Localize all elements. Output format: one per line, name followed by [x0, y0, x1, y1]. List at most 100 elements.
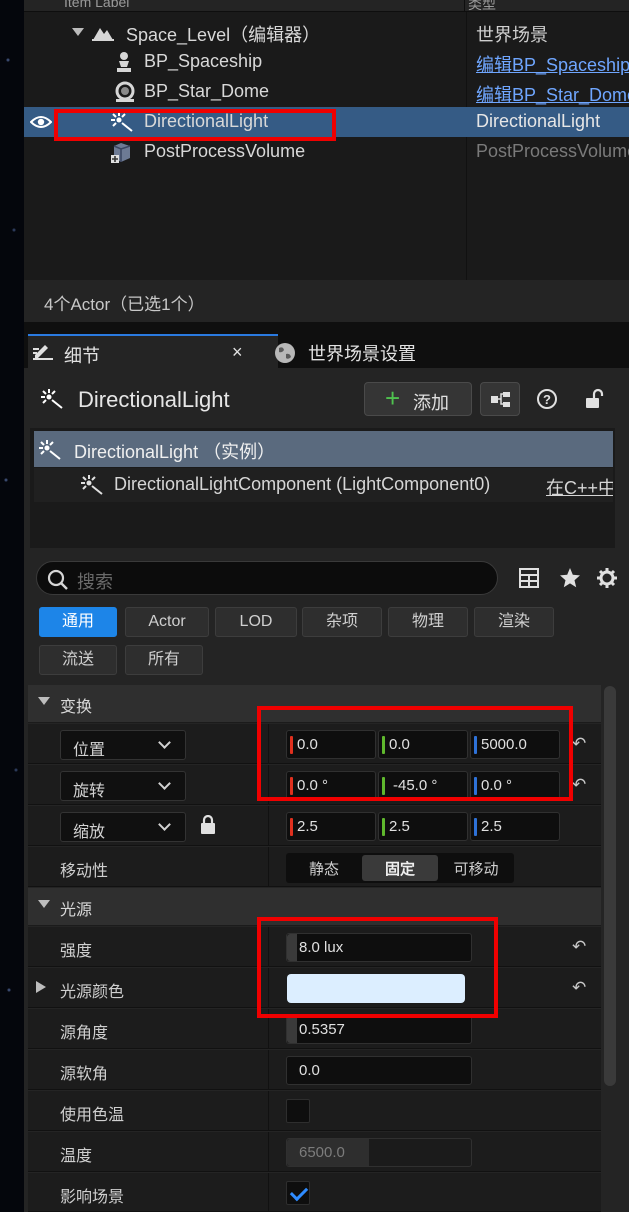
expand-arrow-icon[interactable]	[72, 28, 84, 36]
mobility-stationary[interactable]: 固定	[362, 855, 438, 881]
axis-z-bar	[474, 818, 477, 836]
rotation-mode-dropdown[interactable]: 旋转	[60, 771, 186, 801]
outliner-row-label: BP_Star_Dome	[144, 81, 270, 101]
directional-light-icon	[39, 440, 61, 460]
outliner-type-column[interactable]: 类型	[468, 0, 496, 14]
filter-general[interactable]: 通用	[39, 607, 117, 637]
outliner-header[interactable]: Item Label 类型	[24, 0, 629, 12]
component-child-label: DirectionalLightComponent (LightComponen…	[114, 474, 491, 494]
actor-count: 4个Actor（已选1个）	[44, 295, 205, 314]
postprocess-icon	[111, 143, 131, 163]
directional-light-icon	[41, 389, 63, 409]
property-label: 移动性	[60, 863, 109, 880]
property-scale: 缩放 2.5 2.5 2.5	[28, 806, 601, 846]
outliner-row-label: Space_Level（编辑器）	[126, 25, 321, 45]
property-divider	[268, 1132, 269, 1172]
expand-arrow-icon[interactable]	[36, 981, 46, 993]
source-soft-angle-field[interactable]: 0.0	[286, 1056, 472, 1085]
field-value: 0.5357	[299, 1021, 345, 1038]
scale-z-field[interactable]: 2.5	[470, 812, 560, 841]
close-tab-button[interactable]: ×	[232, 342, 243, 363]
reset-arrow-icon[interactable]: ↶	[572, 734, 586, 754]
outliner-row-postprocess[interactable]: PostProcessVolume PostProcessVolume	[24, 137, 629, 167]
property-label: 使用色温	[60, 1107, 125, 1124]
property-divider	[268, 1173, 269, 1212]
add-component-button[interactable]: + 添加	[364, 382, 472, 416]
property-divider	[268, 1050, 269, 1090]
open-in-cpp-link[interactable]: 在C++中	[546, 474, 613, 500]
star-icon[interactable]	[559, 567, 581, 589]
chevron-down-icon	[158, 736, 171, 749]
property-label: 光源颜色	[60, 984, 125, 1001]
chevron-down-icon	[158, 777, 171, 790]
filter-streaming[interactable]: 流送	[39, 645, 117, 675]
chevron-down-icon	[158, 818, 171, 831]
filter-all[interactable]: 所有	[125, 645, 203, 675]
level-icon	[92, 28, 114, 41]
outliner-row-stardome[interactable]: BP_Star_Dome 编辑BP_Star_Dome	[24, 77, 629, 107]
tab-world-settings[interactable]: 世界场景设置	[308, 340, 416, 366]
filter-actor[interactable]: Actor	[125, 607, 209, 637]
property-divider	[268, 847, 269, 887]
source-angle-field[interactable]: 0.5357	[286, 1015, 472, 1044]
mobility-selector[interactable]: 静态 固定 可移动	[286, 853, 514, 883]
section-title: 光源	[60, 902, 93, 919]
plus-icon: +	[385, 383, 401, 413]
reset-arrow-icon[interactable]: ↶	[572, 937, 586, 957]
unlock-icon[interactable]	[584, 388, 606, 410]
temperature-field[interactable]: 6500.0	[286, 1138, 472, 1167]
field-value: 2.5	[389, 818, 410, 835]
outliner-row-level[interactable]: Space_Level（编辑器） 世界场景	[24, 17, 629, 47]
dropdown-label: 旋转	[73, 783, 106, 800]
scale-x-field[interactable]: 2.5	[286, 812, 376, 841]
affects-world-checkbox[interactable]	[286, 1181, 310, 1205]
mobility-static[interactable]: 静态	[286, 858, 362, 879]
outliner-label-column[interactable]: Item Label	[64, 0, 129, 10]
tab-details[interactable]: 细节 ×	[28, 334, 278, 368]
filter-rendering[interactable]: 渲染	[474, 607, 554, 637]
tab-details-label: 细节	[64, 346, 100, 366]
help-icon[interactable]: ?	[536, 388, 558, 410]
actor-header: DirectionalLight + 添加 ?	[24, 376, 629, 424]
component-child[interactable]: DirectionalLightComponent (LightComponen…	[34, 468, 613, 502]
scale-y-field[interactable]: 2.5	[378, 812, 468, 841]
viewport-background	[0, 0, 24, 1212]
gear-icon[interactable]	[596, 567, 618, 589]
component-root-label: DirectionalLight （实例）	[74, 442, 276, 462]
outliner-header-divider	[464, 0, 465, 12]
filter-lod[interactable]: LOD	[215, 607, 297, 637]
svg-text:?: ?	[543, 392, 551, 407]
highlight-box-outliner	[54, 109, 336, 141]
component-tree: DirectionalLight （实例） DirectionalLightCo…	[30, 428, 615, 548]
lock-icon[interactable]	[200, 815, 216, 835]
property-label: 影响场景	[60, 1189, 125, 1206]
details-search-input[interactable]: 搜索	[36, 561, 498, 595]
outliner-row-spaceship[interactable]: BP_Spaceship 编辑BP_Spaceship	[24, 47, 629, 77]
property-label: 源软角	[60, 1066, 109, 1083]
reset-arrow-icon[interactable]: ↶	[572, 978, 586, 998]
actor-name[interactable]: DirectionalLight	[78, 387, 230, 413]
eye-icon[interactable]	[30, 114, 52, 130]
grid-view-icon[interactable]	[518, 567, 540, 589]
blueprint-button[interactable]	[480, 382, 520, 416]
filter-physics[interactable]: 物理	[388, 607, 468, 637]
edit-blueprint-link[interactable]: 编辑BP_Star_Dome	[476, 81, 629, 107]
filter-misc[interactable]: 杂项	[302, 607, 382, 637]
collapse-arrow-icon	[38, 697, 50, 705]
slider-fill	[287, 1016, 297, 1043]
add-button-label: 添加	[413, 393, 449, 413]
collapse-arrow-icon	[38, 900, 50, 908]
outliner-status-bar: 4个Actor（已选1个）	[24, 280, 629, 322]
edit-blueprint-link[interactable]: 编辑BP_Spaceship	[476, 51, 629, 77]
location-mode-dropdown[interactable]: 位置	[60, 730, 186, 760]
details-scrollbar[interactable]	[604, 686, 616, 1086]
reset-arrow-icon[interactable]: ↶	[572, 775, 586, 795]
dropdown-label: 缩放	[73, 824, 106, 841]
mobility-movable[interactable]: 可移动	[438, 858, 514, 879]
field-value: 2.5	[297, 818, 318, 835]
axis-x-bar	[290, 818, 293, 836]
scale-mode-dropdown[interactable]: 缩放	[60, 812, 186, 842]
field-value: 2.5	[481, 818, 502, 835]
component-root[interactable]: DirectionalLight （实例）	[34, 431, 613, 467]
use-temperature-checkbox[interactable]	[286, 1099, 310, 1123]
